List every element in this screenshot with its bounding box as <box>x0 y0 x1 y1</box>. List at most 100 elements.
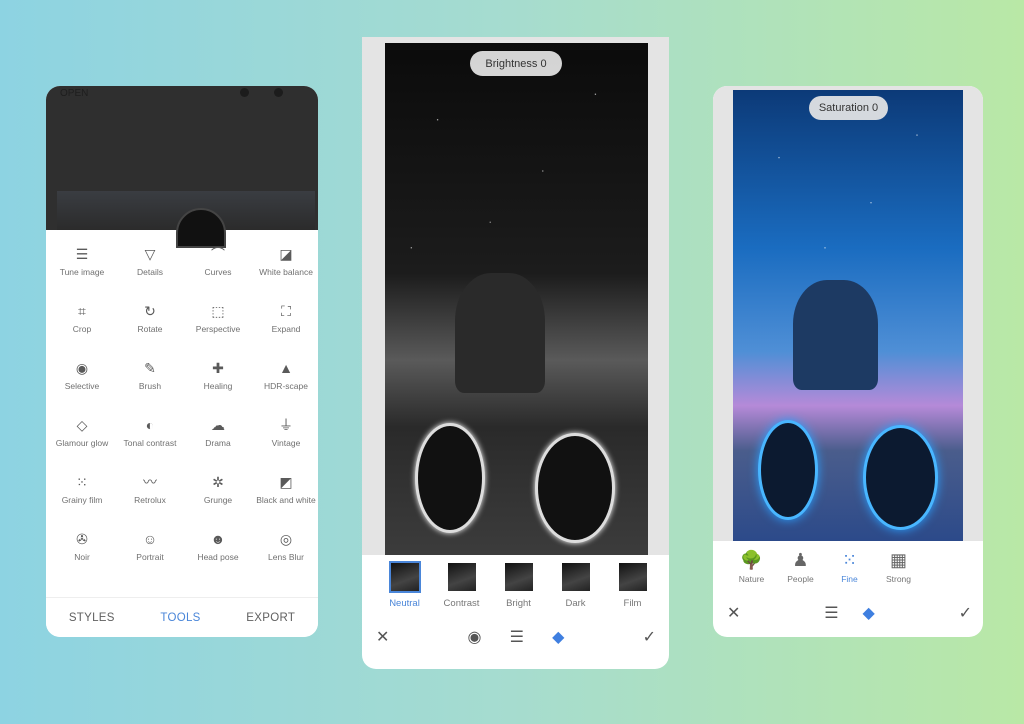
cloud-icon: ☁ <box>211 417 225 433</box>
tool-label: Portrait <box>136 552 164 562</box>
tool-healing[interactable]: ✚ Healing <box>184 360 252 417</box>
film-reel-icon: ✇ <box>76 531 88 547</box>
style-label: Bright <box>506 598 531 609</box>
tool-label: Details <box>137 267 163 277</box>
tool-portrait[interactable]: ☺ Portrait <box>116 531 184 588</box>
style-thumbnails: Neutral Contrast Bright Dark Film Dark <box>376 561 669 609</box>
tab-export[interactable]: EXPORT <box>246 612 295 624</box>
front-wheel <box>415 423 485 533</box>
tool-expand[interactable]: ⛶ Expand <box>252 303 318 360</box>
perspective-icon: ⬚ <box>211 303 225 319</box>
mode-strong[interactable]: ▦ Strong <box>874 549 923 584</box>
tool-label: Glamour glow <box>55 438 109 448</box>
bw-icon: ◩ <box>279 474 293 490</box>
filter-icon[interactable]: ◉ <box>468 627 482 647</box>
face-frame-icon: ☻ <box>210 531 226 547</box>
tool-label: Vintage <box>271 438 301 448</box>
mountain-icon: ▲ <box>279 360 293 376</box>
tool-noir[interactable]: ✇ Noir <box>48 531 116 588</box>
tool-curves[interactable]: ⌒ Curves <box>184 246 252 303</box>
styles-icon[interactable]: ◆ <box>552 627 564 647</box>
half-circle-icon: ◐ <box>145 417 155 433</box>
close-icon[interactable]: ✕ <box>727 603 740 623</box>
tools-grid: ☰ Tune image ▽ Details ⌒ Curves ◪ White balance… <box>46 246 318 588</box>
mode-label: Strong <box>885 574 912 584</box>
style-thumbnail <box>618 563 647 591</box>
tab-styles[interactable]: STYLES <box>69 612 115 624</box>
mode-fine[interactable]: ⁙ Fine <box>825 549 874 584</box>
diamond-icon: ◇ <box>76 417 88 433</box>
open-button[interactable]: OPEN <box>60 88 88 99</box>
tool-vintage[interactable]: ⏚ Vintage <box>252 417 318 474</box>
tool-label: Expand <box>271 324 301 334</box>
expand-icon: ⛶ <box>281 303 291 319</box>
style-thumbnail <box>561 563 590 591</box>
edit-toolbar: ✕ ☰ ◆ ✓ <box>727 603 972 623</box>
tool-perspective[interactable]: ⬚ Perspective <box>184 303 252 360</box>
triangle-icon: ▽ <box>144 246 156 262</box>
tool-drama[interactable]: ☁ Drama <box>184 417 252 474</box>
check-icon[interactable]: ✓ <box>959 603 972 623</box>
tool-lens-blur[interactable]: ◎ Lens Blur <box>252 531 318 588</box>
tool-grunge[interactable]: ✲ Grunge <box>184 474 252 531</box>
tool-label: Head pose <box>197 552 239 562</box>
fine-icon: ⁙ <box>841 550 858 570</box>
rear-wheel <box>535 433 615 543</box>
tab-tools[interactable]: TOOLS <box>160 612 200 624</box>
info-icon[interactable] <box>274 88 283 97</box>
tool-black-and-white[interactable]: ◩ Black and white <box>252 474 318 531</box>
tool-crop[interactable]: ⌗ Crop <box>48 303 116 360</box>
close-icon[interactable]: ✕ <box>376 627 389 647</box>
tool-brush[interactable]: ✎ Brush <box>116 360 184 417</box>
tool-details[interactable]: ▽ Details <box>116 246 184 303</box>
tool-grainy-film[interactable]: ⁙ Grainy film <box>48 474 116 531</box>
style-neutral[interactable]: Neutral <box>376 561 433 609</box>
bandage-icon: ✚ <box>212 360 224 376</box>
brush-icon: ✎ <box>144 360 156 376</box>
sliders-icon[interactable]: ☰ <box>824 603 838 623</box>
grain-icon: ⁙ <box>76 474 88 490</box>
people-icon: ♟ <box>792 550 809 570</box>
style-bright[interactable]: Bright <box>490 563 547 609</box>
brightness-pill: Brightness 0 <box>470 51 562 76</box>
tool-label: Retrolux <box>134 495 166 505</box>
dimmed-preview: OPEN <box>46 86 318 248</box>
sliders-icon: ☰ <box>75 246 89 262</box>
mode-label: People <box>787 574 814 584</box>
tool-label: Crop <box>72 324 92 334</box>
style-film[interactable]: Film <box>604 563 661 609</box>
sliders-icon[interactable]: ☰ <box>510 627 524 647</box>
nature-icon: 🌳 <box>740 550 763 570</box>
tool-rotate[interactable]: ↻ Rotate <box>116 303 184 360</box>
tool-head-pose[interactable]: ☻ Head pose <box>184 531 252 588</box>
tool-label: Tune image <box>59 267 105 277</box>
tool-glamour-glow[interactable]: ◇ Glamour glow <box>48 417 116 474</box>
style-dark[interactable]: Dark <box>661 563 669 609</box>
snapseed-tools-screen: OPEN ☰ Tune image ▽ Details ⌒ Curves ◪ White ba… <box>46 86 318 637</box>
style-label: Contrast <box>443 598 480 609</box>
tool-label: Selective <box>64 381 100 391</box>
mode-nature[interactable]: 🌳 Nature <box>727 549 776 584</box>
style-contrast[interactable]: Contrast <box>433 563 490 609</box>
tool-retrolux[interactable]: 〰 Retrolux <box>116 474 184 531</box>
tool-white-balance[interactable]: ◪ White balance <box>252 246 318 303</box>
tool-label: Noir <box>74 552 90 562</box>
style-dark[interactable]: Dark <box>547 563 604 609</box>
tool-tune-image[interactable]: ☰ Tune image <box>48 246 116 303</box>
tool-hdr-scape[interactable]: ▲ HDR-scape <box>252 360 318 417</box>
check-icon[interactable]: ✓ <box>643 627 656 647</box>
tool-selective[interactable]: ◉ Selective <box>48 360 116 417</box>
styles-icon[interactable]: ◆ <box>862 603 874 623</box>
tool-tonal-contrast[interactable]: ◐ Tonal contrast <box>116 417 184 474</box>
tool-label: Drama <box>205 438 231 448</box>
rider <box>793 280 878 390</box>
white-balance-icon: ◪ <box>279 246 293 262</box>
mode-people[interactable]: ♟ People <box>776 549 825 584</box>
brightness-edit-screen: Brightness 0 Neutral Contrast Bright Dark Fi… <box>362 37 669 669</box>
style-thumbnail <box>388 561 421 593</box>
tool-label: Curves <box>204 267 232 277</box>
tool-label: HDR-scape <box>264 381 308 391</box>
mode-options: 🌳 Nature ♟ People ⁙ Fine ▦ Strong <box>727 549 923 584</box>
saturation-pill: Saturation 0 <box>809 96 888 120</box>
help-icon[interactable] <box>240 88 249 97</box>
